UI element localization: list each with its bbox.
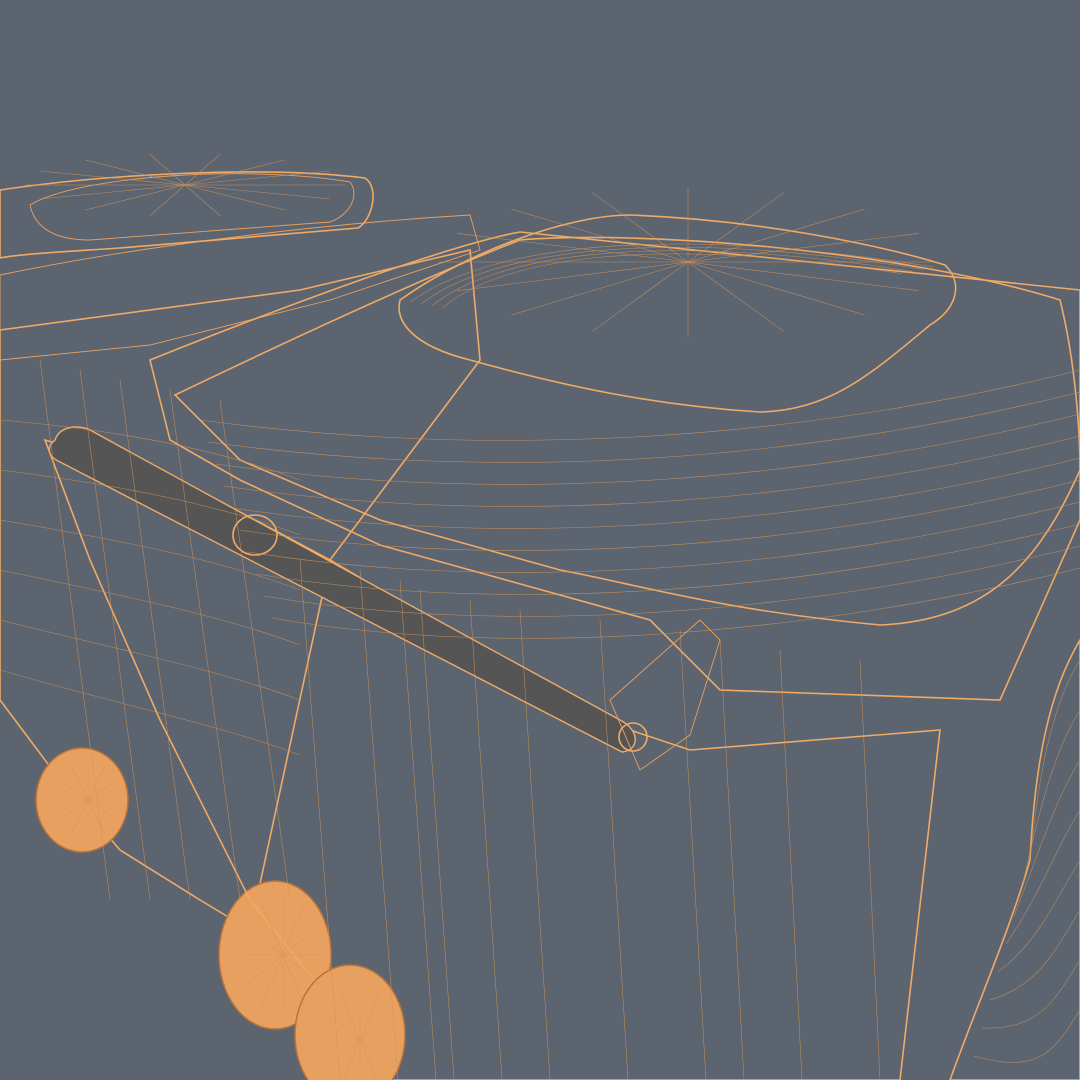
wireframe-render bbox=[0, 0, 1080, 1080]
3d-viewport[interactable] bbox=[0, 0, 1080, 1080]
